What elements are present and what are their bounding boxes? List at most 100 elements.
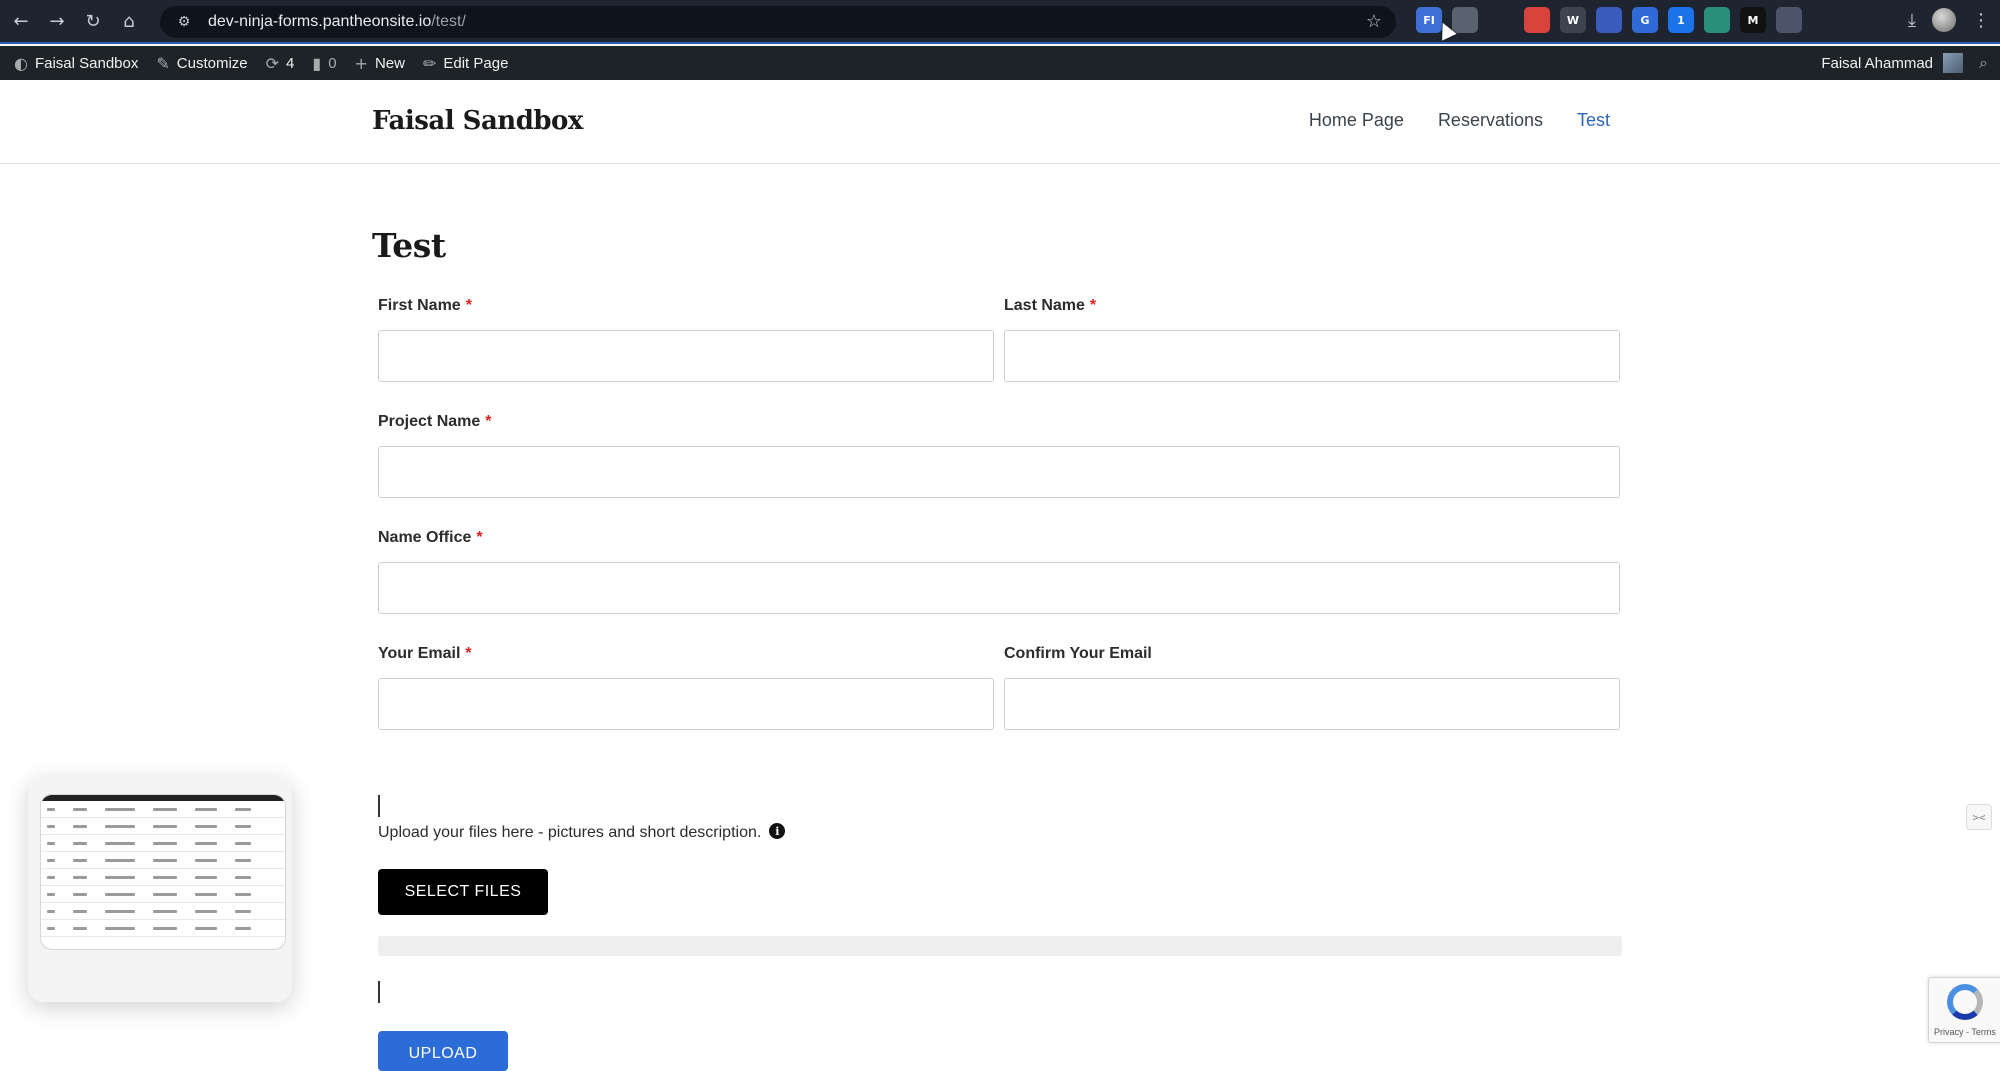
ext-m-icon[interactable]: M	[1740, 7, 1766, 33]
ext-forward-icon[interactable]	[1704, 7, 1730, 33]
required-marker: *	[1089, 297, 1097, 314]
admin-edit-page-link[interactable]: ✏ Edit Page	[423, 54, 508, 73]
admin-updates-count: 4	[286, 54, 295, 72]
thumbnail-cell	[153, 892, 177, 896]
admin-new-link[interactable]: + New	[355, 54, 405, 73]
ext-shield-icon[interactable]	[1452, 7, 1478, 33]
select-files-button[interactable]: SELECT FILES	[378, 869, 548, 915]
thumbnail-cell	[153, 807, 177, 811]
thumbnail-cell	[105, 875, 135, 879]
thumbnail-cell	[195, 926, 217, 930]
wp-admin-bar: ◐ Faisal Sandbox ✎ Customize ⟳ 4 ▮ 0 + N…	[0, 46, 2000, 80]
first-name-input[interactable]	[378, 330, 994, 382]
ext-1password-icon[interactable]: 1	[1668, 7, 1694, 33]
thumbnail-cell	[235, 807, 251, 811]
thumbnail-cell	[153, 841, 177, 845]
ext-image-icon[interactable]	[1776, 7, 1802, 33]
thumbnail-image	[40, 794, 286, 950]
bookmark-star-icon[interactable]: ☆	[1366, 11, 1382, 32]
thumbnail-cell	[153, 926, 177, 930]
thumbnail-cell	[73, 858, 87, 862]
upload-description-text: Upload your files here - pictures and sh…	[378, 824, 762, 841]
nav-test[interactable]: Test	[1577, 110, 1610, 131]
thumbnail-cell	[47, 807, 55, 811]
thumbnail-cell	[195, 841, 217, 845]
thumbnail-cell	[47, 841, 55, 845]
thumbnail-cell	[195, 824, 217, 828]
nav-reservations[interactable]: Reservations	[1438, 110, 1543, 131]
site-title[interactable]: Faisal Sandbox	[372, 106, 583, 136]
admin-user-avatar[interactable]	[1943, 53, 1964, 73]
info-icon[interactable]: i	[769, 823, 786, 839]
your-email-input[interactable]	[378, 678, 994, 730]
name-office-input[interactable]	[378, 562, 1620, 614]
url-path: /test/	[431, 13, 466, 30]
ext-puzzle-icon[interactable]	[1812, 7, 1838, 33]
back-icon[interactable]: ←	[6, 6, 36, 36]
reload-icon[interactable]: ↻	[78, 6, 108, 36]
forward-icon[interactable]: →	[42, 6, 72, 36]
admin-customize-link[interactable]: ✎ Customize	[156, 54, 247, 73]
browser-right-controls: ⤓ ⋮	[1908, 8, 1990, 32]
profile-avatar[interactable]	[1932, 8, 1956, 32]
admin-comments-count: 0	[328, 54, 337, 72]
admin-search-icon[interactable]: ⌕	[1979, 53, 1988, 73]
ext-wordpress-icon[interactable]: W	[1560, 7, 1586, 33]
side-collapse-tab[interactable]: ><	[1966, 804, 1992, 830]
thumbnail-cell	[153, 909, 177, 913]
thumbnail-cell	[105, 807, 135, 811]
upload-progress-bar	[378, 936, 1622, 956]
confirm-email-input[interactable]	[1004, 678, 1620, 730]
first-name-label: First Name *	[378, 297, 472, 315]
thumbnail-cell	[235, 892, 251, 896]
thumbnail-cell	[47, 909, 55, 913]
admin-new-label: New	[374, 54, 405, 72]
admin-comments-link[interactable]: ▮ 0	[312, 54, 336, 73]
admin-user-name[interactable]: Faisal Ahammad	[1821, 55, 1933, 72]
thumbnail-cell	[195, 875, 217, 879]
home-icon[interactable]: ⌂	[114, 6, 144, 36]
menu-kebab-icon[interactable]: ⋮	[1972, 10, 1990, 31]
text-cursor	[378, 981, 380, 1003]
thumbnail-cell	[195, 858, 217, 862]
thumbnail-cell	[47, 858, 55, 862]
ext-edge-icon[interactable]	[1488, 7, 1514, 33]
required-marker: *	[476, 529, 483, 546]
recaptcha-logo-icon	[1947, 984, 1983, 1020]
screenshot-thumbnail[interactable]	[28, 776, 292, 1002]
recaptcha-badge[interactable]: Privacy - Terms	[1928, 977, 2000, 1043]
download-icon[interactable]: ⤓	[1908, 10, 1916, 31]
last-name-input[interactable]	[1004, 330, 1620, 382]
thumbnail-cell	[235, 875, 251, 879]
ext-chrome-icon[interactable]	[1524, 7, 1550, 33]
recaptcha-terms[interactable]: Privacy - Terms	[1934, 1027, 1996, 1037]
name-office-label: Name Office *	[378, 529, 483, 547]
ext-translate-icon[interactable]: G	[1632, 7, 1658, 33]
site-info-icon[interactable]: ⚙	[174, 12, 194, 32]
thumbnail-cell	[153, 858, 177, 862]
thumbnail-cell	[235, 926, 251, 930]
last-name-label-text: Last Name	[1004, 297, 1085, 314]
thumbnail-cell	[195, 807, 217, 811]
thumbnail-row	[41, 801, 285, 818]
admin-site-link[interactable]: ◐ Faisal Sandbox	[14, 54, 138, 73]
name-office-label-text: Name Office	[378, 529, 472, 546]
comment-icon: ▮	[312, 53, 322, 73]
project-name-input[interactable]	[378, 446, 1620, 498]
thumbnail-row	[41, 886, 285, 903]
thumbnail-row	[41, 869, 285, 886]
plus-icon: +	[354, 53, 368, 73]
upload-button[interactable]: UPLOAD	[378, 1031, 508, 1071]
brush-icon: ✎	[156, 53, 170, 73]
page-title: Test	[372, 226, 446, 265]
admin-updates-link[interactable]: ⟳ 4	[266, 54, 295, 73]
nav-home-page[interactable]: Home Page	[1309, 110, 1404, 131]
last-name-label: Last Name *	[1004, 297, 1096, 315]
admin-site-name: Faisal Sandbox	[34, 54, 139, 72]
thumbnail-cell	[47, 875, 55, 879]
thumbnail-cell	[235, 858, 251, 862]
ext-arc-icon[interactable]	[1596, 7, 1622, 33]
thumbnail-cell	[153, 824, 177, 828]
thumbnail-row	[41, 818, 285, 835]
address-bar[interactable]: ⚙ dev-ninja-forms.pantheonsite.io/test/ …	[160, 6, 1396, 38]
